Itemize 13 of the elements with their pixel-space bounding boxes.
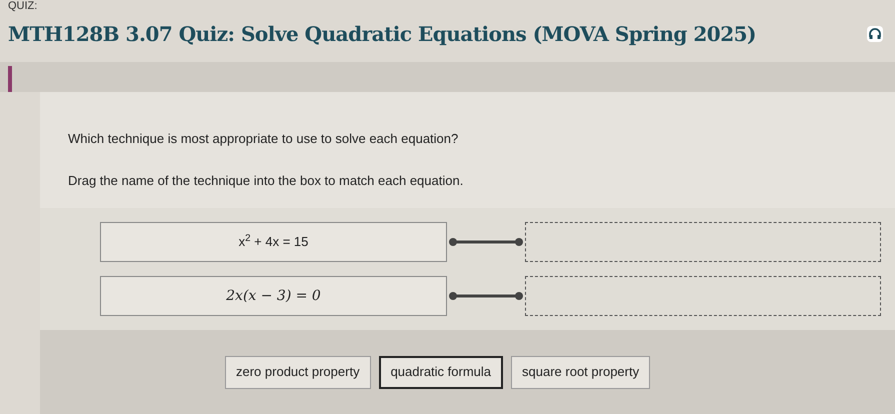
question-prompt: Which technique is most appropriate to use to solve each equation? — [68, 130, 460, 148]
quiz-label: QUIZ: — [8, 0, 38, 13]
technique-tile[interactable]: quadratic formula — [378, 356, 504, 388]
headphones-icon[interactable] — [867, 26, 883, 42]
equation-text: x$^{2}$ + 4x = 15 — [238, 232, 308, 252]
drop-target[interactable] — [525, 222, 881, 262]
drop-target[interactable] — [525, 276, 881, 316]
progress-marker — [8, 66, 12, 92]
quiz-title: MTH128B 3.07 Quiz: Solve Quadratic Equations (MOVA Spring 2025) — [8, 21, 756, 48]
technique-tile[interactable]: square root property — [511, 356, 650, 388]
instruction-text: Drag the name of the technique into the box to match each equation. — [68, 172, 464, 190]
equation-text: 2x(x − 3) = 0 — [226, 286, 321, 306]
technique-tile[interactable]: zero product property — [225, 356, 371, 388]
